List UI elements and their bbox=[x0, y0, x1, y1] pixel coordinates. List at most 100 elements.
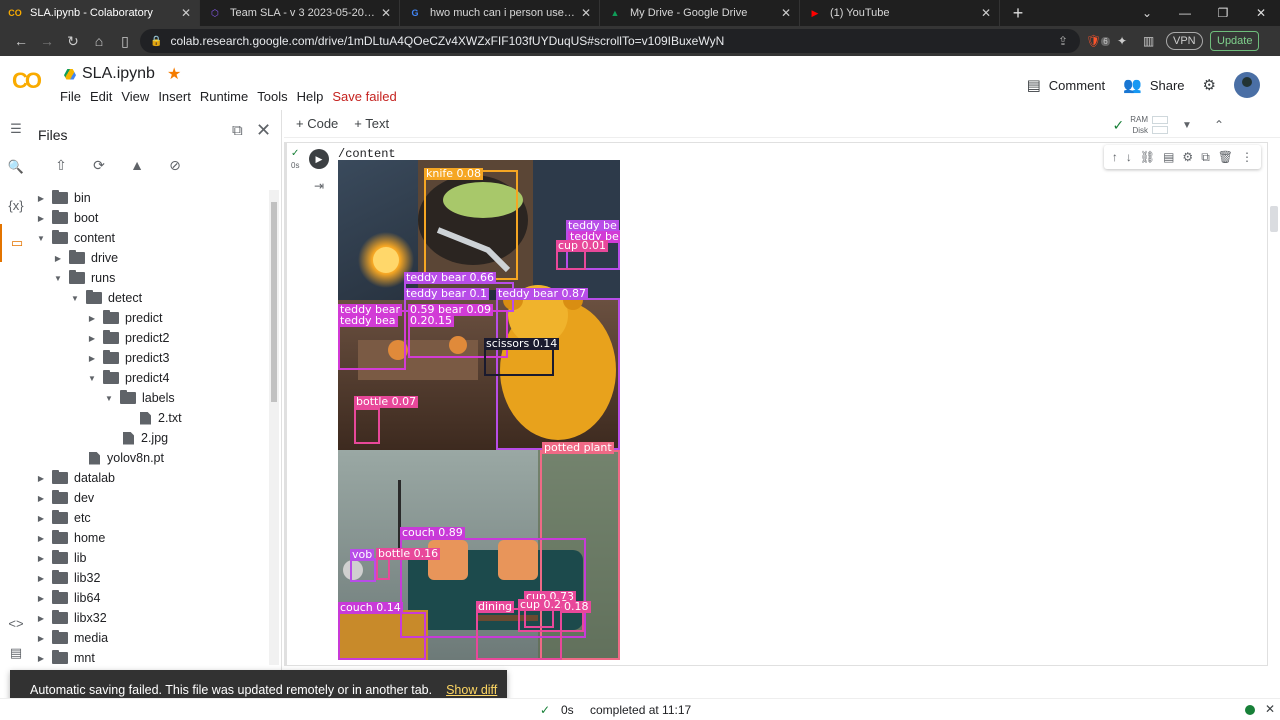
chevron-down-icon[interactable]: ⌄ bbox=[1128, 0, 1166, 26]
caret-right-icon[interactable]: ▶ bbox=[34, 554, 48, 563]
caret-right-icon[interactable]: ▶ bbox=[85, 334, 99, 343]
tree-folder[interactable]: ▼ runs bbox=[32, 268, 268, 288]
more-options-icon[interactable]: ⋮ bbox=[1241, 150, 1253, 164]
caret-right-icon[interactable]: ▶ bbox=[34, 594, 48, 603]
add-code-button[interactable]: + Code bbox=[296, 116, 338, 131]
search-icon[interactable]: 🔍 bbox=[0, 148, 32, 186]
update-button[interactable]: Update bbox=[1210, 31, 1260, 51]
open-in-tab-icon[interactable]: ⧉ bbox=[232, 122, 243, 139]
tree-folder[interactable]: ▶ mnt bbox=[32, 648, 268, 668]
share-page-icon[interactable]: ⇪ bbox=[1058, 34, 1068, 48]
menu-item-insert[interactable]: Insert bbox=[158, 89, 199, 104]
tab-close-icon[interactable]: ✕ bbox=[981, 6, 991, 20]
tree-folder[interactable]: ▼ labels bbox=[32, 388, 268, 408]
tree-folder[interactable]: ▶ predict bbox=[32, 308, 268, 328]
tree-folder[interactable]: ▶ lib32 bbox=[32, 568, 268, 588]
caret-right-icon[interactable]: ▶ bbox=[51, 254, 65, 263]
share-button[interactable]: 👥 Share bbox=[1123, 76, 1184, 94]
notebook-scrollbar[interactable] bbox=[1270, 206, 1278, 232]
caret-right-icon[interactable]: ▶ bbox=[85, 314, 99, 323]
menu-item-file[interactable]: File bbox=[60, 89, 89, 104]
tree-file[interactable]: 2.jpg bbox=[32, 428, 268, 448]
tree-folder[interactable]: ▼ detect bbox=[32, 288, 268, 308]
tree-folder[interactable]: ▶ datalab bbox=[32, 468, 268, 488]
caret-right-icon[interactable]: ▶ bbox=[34, 534, 48, 543]
chevron-down-icon[interactable]: ▼ bbox=[1182, 120, 1192, 131]
cell-settings-icon[interactable]: ⚙ bbox=[1182, 150, 1193, 164]
gear-icon[interactable]: ⚙ bbox=[1203, 76, 1216, 94]
vpn-button[interactable]: VPN bbox=[1166, 32, 1203, 50]
comment-button[interactable]: ▤ Comment bbox=[1027, 76, 1106, 94]
ram-disk-indicator[interactable]: ✓ RAM Disk ▼ ⌃ bbox=[1113, 114, 1224, 136]
minimize-button[interactable]: — bbox=[1166, 0, 1204, 26]
refresh-folder-icon[interactable]: ⟳ bbox=[88, 156, 110, 174]
star-icon[interactable]: ★ bbox=[167, 64, 181, 84]
files-scrollbar-thumb[interactable] bbox=[271, 202, 277, 402]
caret-down-icon[interactable]: ▼ bbox=[102, 394, 116, 403]
tree-folder[interactable]: ▼ predict4 bbox=[32, 368, 268, 388]
runtime-status-dot[interactable] bbox=[1245, 705, 1255, 715]
tree-folder[interactable]: ▶ boot bbox=[32, 208, 268, 228]
menu-item-tools[interactable]: Tools bbox=[257, 89, 295, 104]
menu-item-edit[interactable]: Edit bbox=[90, 89, 120, 104]
tree-folder[interactable]: ▼ content bbox=[32, 228, 268, 248]
browser-tab[interactable]: Ghwo much can i person use in google ✕ bbox=[400, 0, 600, 26]
caret-right-icon[interactable]: ▶ bbox=[34, 574, 48, 583]
caret-right-icon[interactable]: ▶ bbox=[34, 214, 48, 223]
caret-right-icon[interactable]: ▶ bbox=[34, 194, 48, 203]
command-palette-icon[interactable]: ▤ bbox=[0, 634, 32, 672]
tab-close-icon[interactable]: ✕ bbox=[181, 6, 191, 20]
sidebar-icon[interactable]: ▥ bbox=[1143, 29, 1154, 53]
tree-folder[interactable]: ▶ etc bbox=[32, 508, 268, 528]
menu-item-view[interactable]: View bbox=[121, 89, 157, 104]
move-up-icon[interactable]: ↑ bbox=[1112, 150, 1118, 164]
caret-right-icon[interactable]: ▶ bbox=[34, 634, 48, 643]
notebook-title-text[interactable]: SLA.ipynb bbox=[82, 65, 155, 83]
forward-button[interactable]: → bbox=[34, 28, 60, 54]
browser-tab[interactable]: ▲ My Drive - Google Drive ✕ bbox=[600, 0, 800, 26]
browser-tab[interactable]: CO SLA.ipynb - Colaboratory ✕ bbox=[0, 0, 200, 26]
files-scrollbar[interactable] bbox=[269, 190, 279, 665]
browser-tab[interactable]: ⬡ Team SLA - v 3 2023-05-20 4:21am > ✕ bbox=[200, 0, 400, 26]
save-status[interactable]: Save failed bbox=[332, 89, 404, 104]
caret-right-icon[interactable]: ▶ bbox=[34, 614, 48, 623]
avatar[interactable] bbox=[1234, 72, 1260, 98]
caret-down-icon[interactable]: ▼ bbox=[68, 294, 82, 303]
tree-folder[interactable]: ▶ dev bbox=[32, 488, 268, 508]
caret-down-icon[interactable]: ▼ bbox=[34, 234, 48, 243]
tree-file[interactable]: yolov8n.pt bbox=[32, 448, 268, 468]
tree-folder[interactable]: ▶ media bbox=[32, 628, 268, 648]
tree-folder[interactable]: ▶ libx32 bbox=[32, 608, 268, 628]
home-button[interactable]: ⌂ bbox=[86, 28, 112, 54]
menu-item-runtime[interactable]: Runtime bbox=[200, 89, 256, 104]
close-window-button[interactable]: ✕ bbox=[1242, 0, 1280, 26]
variables-icon[interactable]: {x} bbox=[0, 186, 32, 224]
bookmark-icon[interactable]: ▯ bbox=[112, 28, 138, 54]
mount-drive-icon[interactable]: ▲ bbox=[126, 156, 148, 174]
maximize-button[interactable]: ❐ bbox=[1204, 0, 1242, 26]
back-button[interactable]: ← bbox=[8, 28, 34, 54]
menu-item-help[interactable]: Help bbox=[297, 89, 332, 104]
caret-right-icon[interactable]: ▶ bbox=[34, 654, 48, 663]
tab-close-icon[interactable]: ✕ bbox=[781, 6, 791, 20]
tree-folder[interactable]: ▶ lib64 bbox=[32, 588, 268, 608]
move-down-icon[interactable]: ↓ bbox=[1126, 150, 1132, 164]
tree-folder[interactable]: ▶ home bbox=[32, 528, 268, 548]
browser-tab[interactable]: ▶ (1) YouTube ✕ bbox=[800, 0, 1000, 26]
caret-right-icon[interactable]: ▶ bbox=[34, 494, 48, 503]
delete-icon[interactable]: 🗑 bbox=[1218, 150, 1233, 164]
new-tab-button[interactable]: + bbox=[1000, 0, 1036, 26]
mirror-cell-icon[interactable]: ⧉ bbox=[1201, 150, 1210, 165]
tree-folder[interactable]: ▶ lib bbox=[32, 548, 268, 568]
folder-icon[interactable]: ▭ bbox=[0, 224, 32, 262]
close-icon[interactable]: ✕ bbox=[256, 120, 271, 141]
caret-down-icon[interactable]: ▼ bbox=[51, 274, 65, 283]
tab-close-icon[interactable]: ✕ bbox=[581, 6, 591, 20]
url-input[interactable]: 🔒 colab.research.google.com/drive/1mDLtu… bbox=[140, 29, 1080, 53]
comment-cell-icon[interactable]: ▤ bbox=[1163, 150, 1174, 164]
reload-button[interactable]: ↻ bbox=[60, 28, 86, 54]
tree-file[interactable]: 2.txt bbox=[32, 408, 268, 428]
tab-close-icon[interactable]: ✕ bbox=[381, 6, 391, 20]
run-cell-button[interactable]: ▶ bbox=[309, 149, 329, 169]
tree-folder[interactable]: ▶ bin bbox=[32, 188, 268, 208]
